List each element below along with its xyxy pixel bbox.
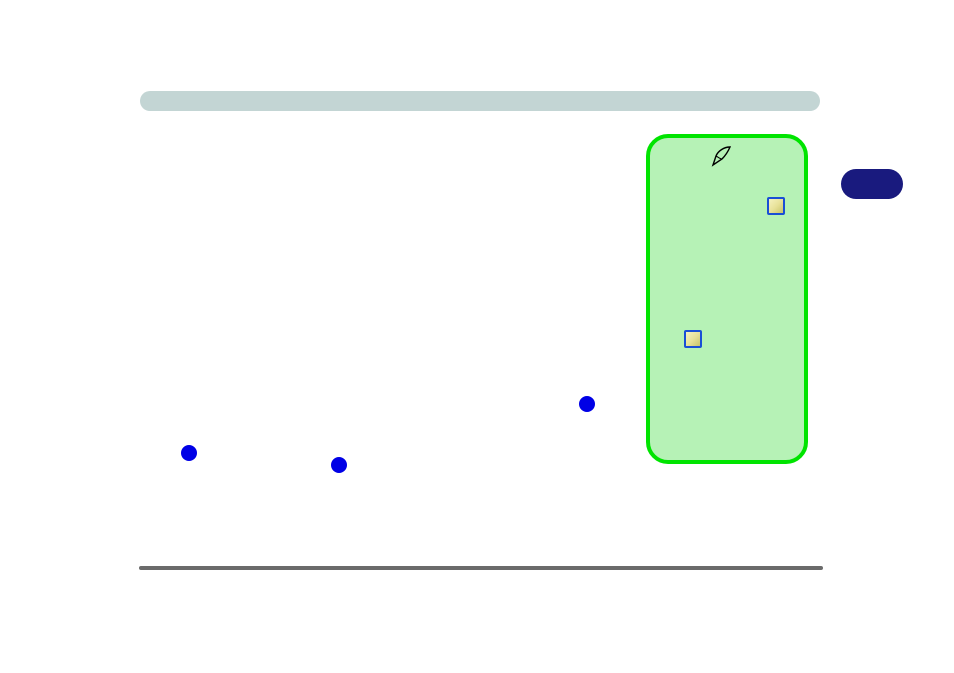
- data-point-2[interactable]: [331, 457, 347, 473]
- bottom-divider: [139, 566, 823, 570]
- thumbnail-2[interactable]: [684, 330, 702, 348]
- pen-svg: [710, 144, 734, 168]
- top-bar: [140, 91, 820, 111]
- thumbnail-1[interactable]: [767, 197, 785, 215]
- data-point-3[interactable]: [579, 396, 595, 412]
- canvas: [0, 0, 954, 673]
- selection-panel[interactable]: [646, 134, 808, 464]
- data-point-1[interactable]: [181, 445, 197, 461]
- side-badge[interactable]: [841, 169, 903, 199]
- pen-icon[interactable]: [710, 144, 734, 168]
